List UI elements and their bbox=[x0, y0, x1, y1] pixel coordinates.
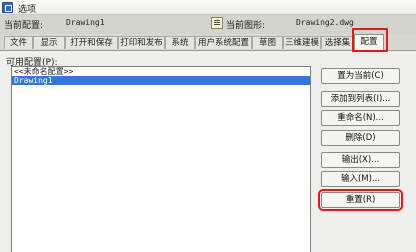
app-icon bbox=[2, 2, 13, 13]
tab-strip: 文件 显示 打开和保存 打印和发布 系统 用户系统配置 草图 三维建模 选择集 … bbox=[0, 34, 416, 50]
current-profile-value: Drawing1 bbox=[66, 18, 105, 27]
list-item[interactable]: <<未命名配置>> bbox=[12, 67, 310, 76]
title-bar: 选项 bbox=[0, 0, 416, 15]
tab-selection[interactable]: 选择集 bbox=[321, 36, 354, 49]
current-info-bar: 当前配置: Drawing1 当前图形: Drawing2.dwg bbox=[0, 15, 416, 34]
tab-display[interactable]: 显示 bbox=[33, 36, 65, 49]
window-title: 选项 bbox=[18, 5, 37, 15]
set-current-button[interactable]: 置为当前(C) bbox=[321, 68, 400, 84]
profiles-panel: 可用配置(P): <<未命名配置>> Drawing1 置为当前(C) 添加到列… bbox=[0, 50, 416, 252]
current-profile-label: 当前配置: bbox=[4, 21, 44, 31]
rename-button[interactable]: 重命名(N)... bbox=[321, 110, 400, 126]
tab-files[interactable]: 文件 bbox=[4, 36, 33, 49]
profile-list[interactable]: <<未命名配置>> Drawing1 bbox=[11, 66, 311, 252]
import-button[interactable]: 输入(M)... bbox=[321, 171, 400, 187]
tab-3d-modeling[interactable]: 三维建模 bbox=[283, 36, 321, 49]
current-drawing-value: Drawing2.dwg bbox=[296, 18, 354, 27]
tab-plot-publish[interactable]: 打印和发布 bbox=[118, 36, 165, 49]
tab-profiles[interactable]: 配置 bbox=[354, 34, 384, 50]
tab-open-save[interactable]: 打开和保存 bbox=[65, 36, 118, 49]
tab-drafting[interactable]: 草图 bbox=[252, 36, 283, 49]
tab-user-preferences[interactable]: 用户系统配置 bbox=[195, 36, 252, 49]
list-item[interactable]: Drawing1 bbox=[12, 76, 310, 85]
tab-system[interactable]: 系统 bbox=[165, 36, 195, 49]
drawing-file-icon bbox=[211, 17, 223, 29]
current-drawing-label: 当前图形: bbox=[226, 21, 266, 31]
delete-button[interactable]: 删除(D) bbox=[321, 130, 400, 146]
add-to-list-button[interactable]: 添加到列表(I)... bbox=[321, 91, 400, 107]
export-button[interactable]: 输出(X)... bbox=[321, 152, 400, 168]
reset-button[interactable]: 重置(R) bbox=[318, 189, 403, 211]
